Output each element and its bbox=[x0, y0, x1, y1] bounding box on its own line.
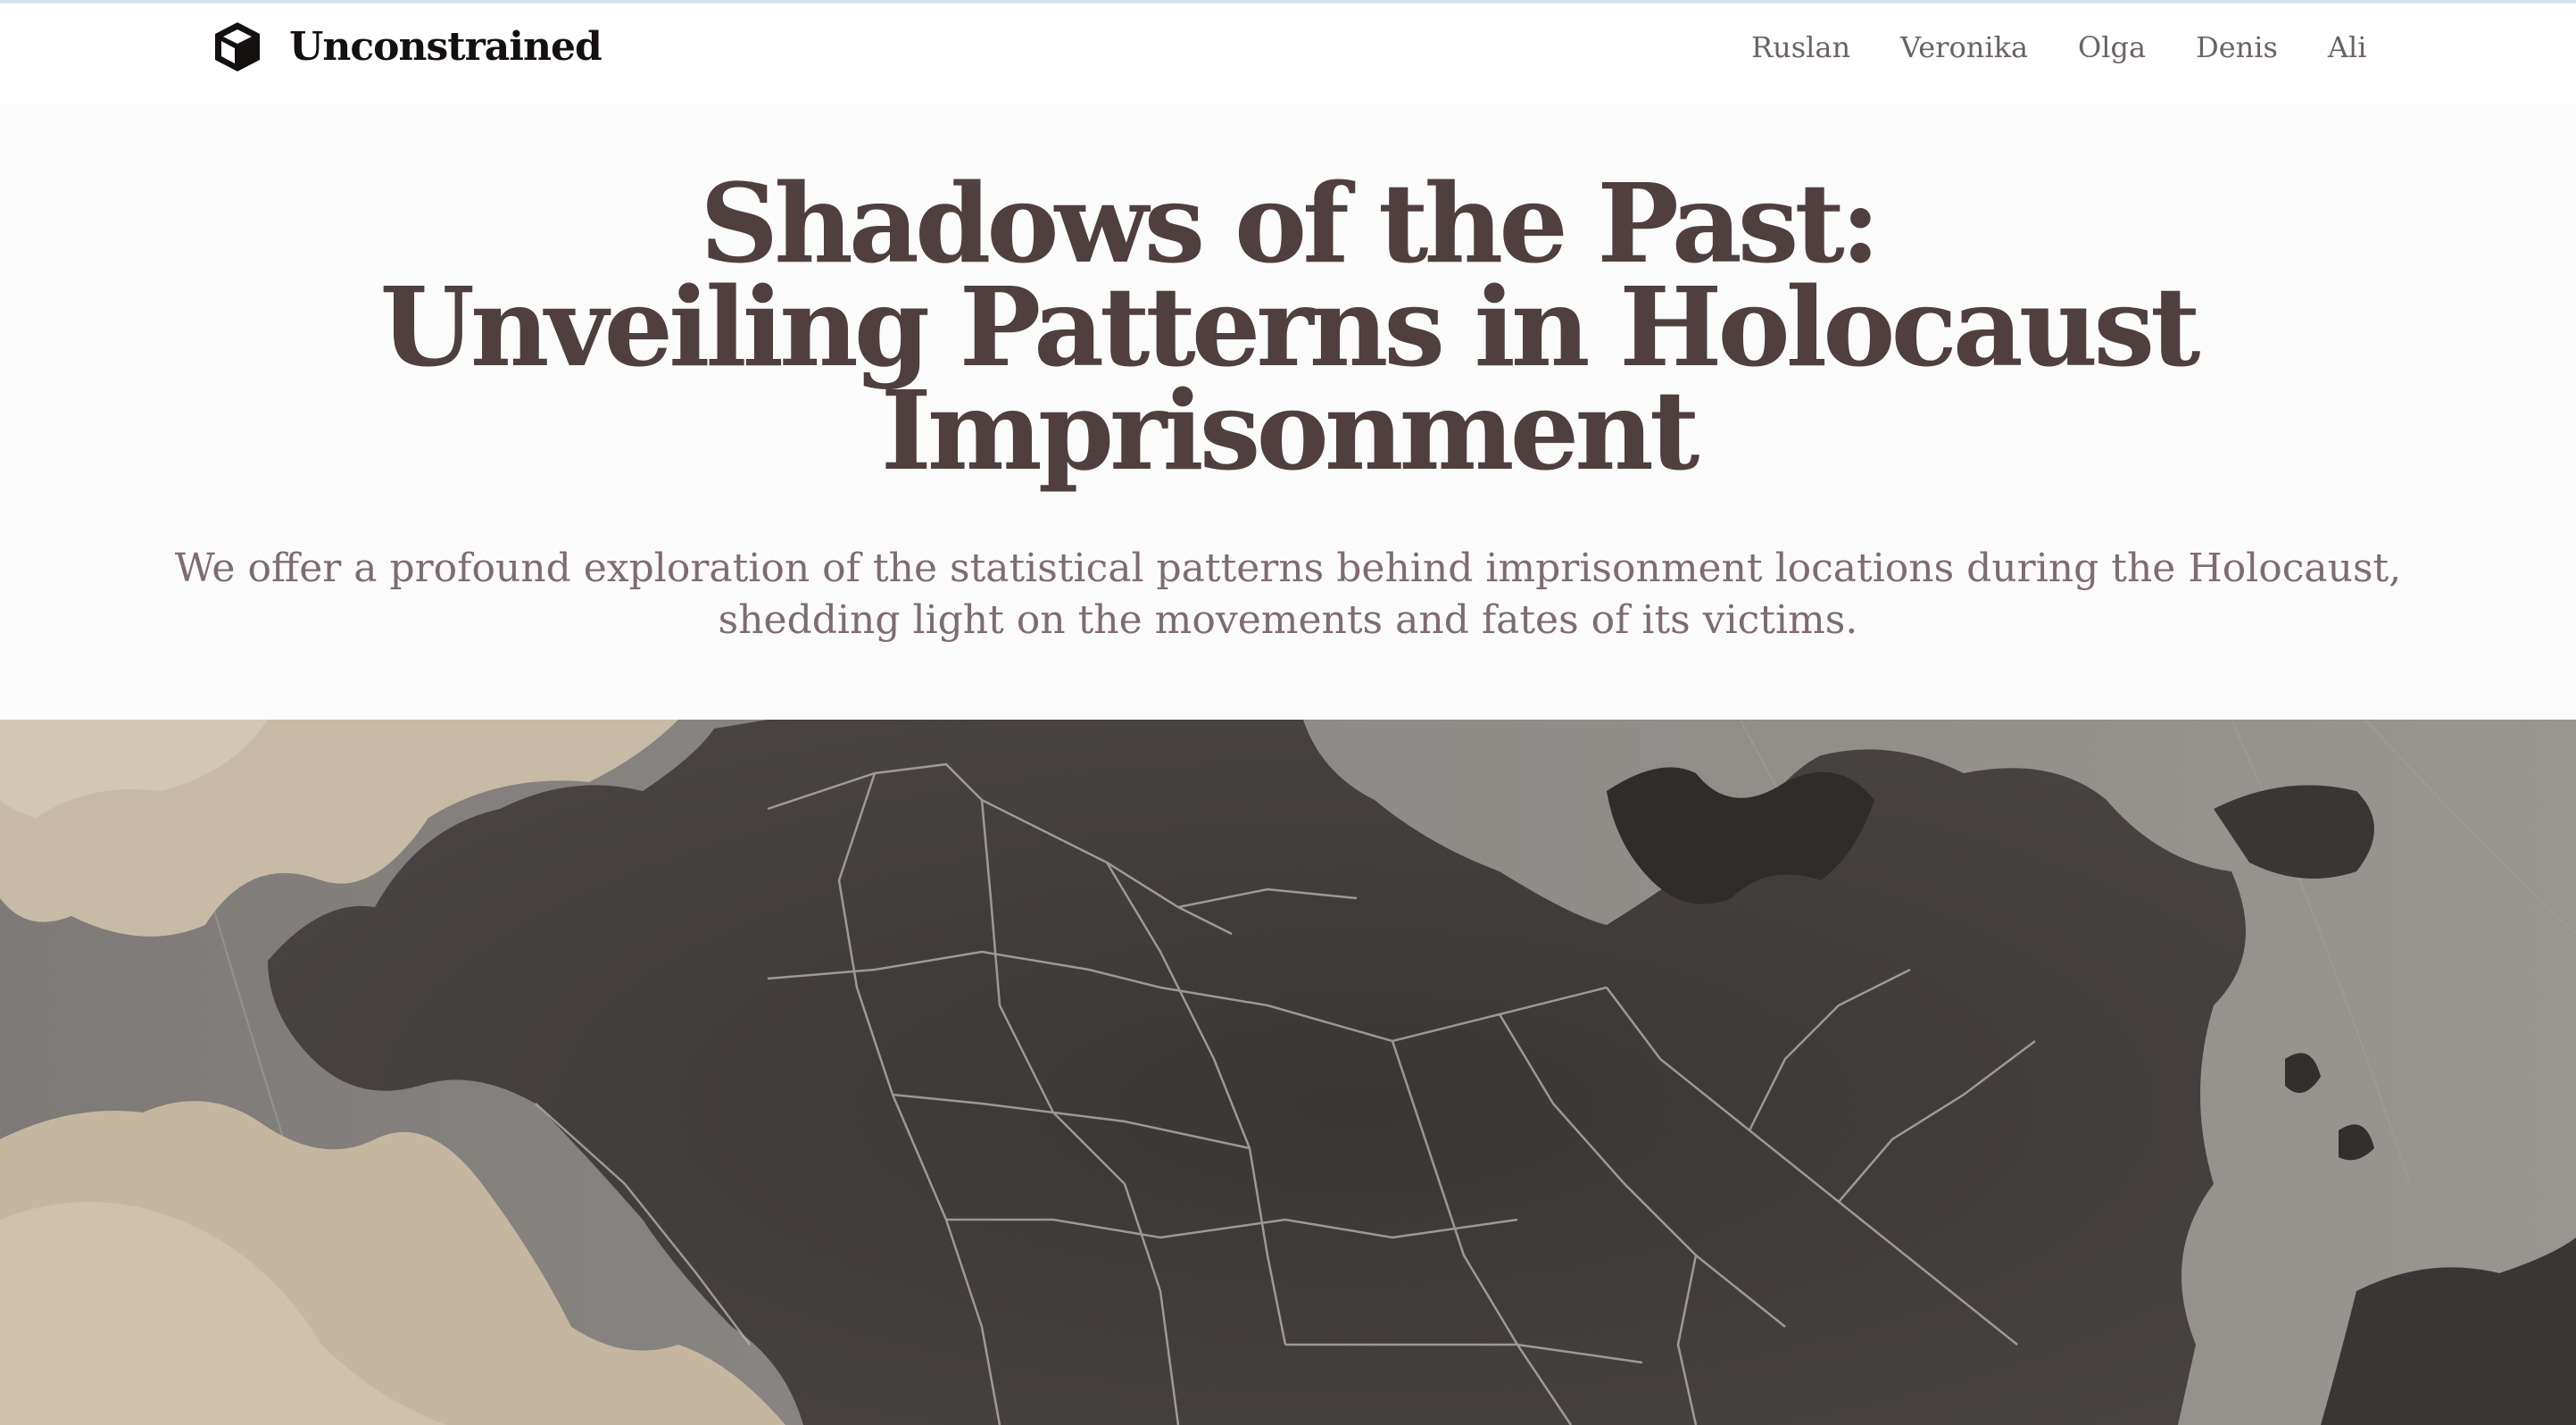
hero-title-line-3: Imprisonment bbox=[880, 366, 1700, 495]
nav-link-veronika[interactable]: Veronika bbox=[1900, 30, 2028, 64]
nav-links: Ruslan Veronika Olga Denis Ali bbox=[1751, 27, 2367, 68]
vintage-europe-map-image bbox=[0, 720, 2576, 1425]
brand-logo-link[interactable]: Unconstrained bbox=[212, 18, 602, 75]
brand-name: Unconstrained bbox=[289, 23, 602, 70]
nav-link-ruslan[interactable]: Ruslan bbox=[1751, 30, 1850, 64]
cube-icon bbox=[215, 22, 260, 71]
hero-section: Shadows of the Past: Unveiling Patterns … bbox=[0, 104, 2576, 720]
nav-link-ali[interactable]: Ali bbox=[2328, 30, 2367, 64]
navbar: Unconstrained Ruslan Veronika Olga Denis… bbox=[0, 4, 2576, 104]
hero-subtitle: We offer a profound exploration of the s… bbox=[174, 546, 2402, 643]
nav-link-olga[interactable]: Olga bbox=[2078, 30, 2146, 64]
hero-title: Shadows of the Past: Unveiling Patterns … bbox=[268, 169, 2308, 485]
nav-link-denis[interactable]: Denis bbox=[2196, 30, 2278, 64]
